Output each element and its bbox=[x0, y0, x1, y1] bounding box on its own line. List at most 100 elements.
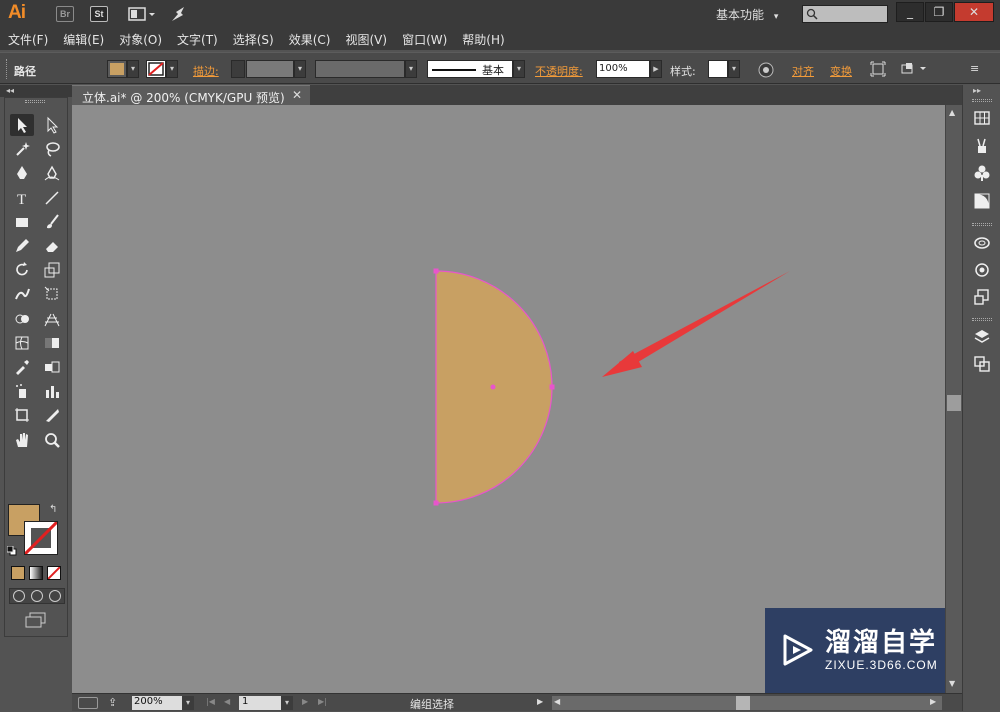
graphic-styles-panel-icon[interactable] bbox=[971, 190, 993, 212]
draw-normal-icon[interactable] bbox=[13, 590, 25, 602]
gradient-tool[interactable] bbox=[40, 332, 64, 354]
warp-tool[interactable] bbox=[10, 283, 34, 305]
isolate-group-icon[interactable] bbox=[870, 61, 886, 80]
stroke-weight-stepper[interactable] bbox=[231, 60, 245, 78]
share-icon[interactable]: ⇪ bbox=[108, 696, 117, 709]
brushes-panel-icon[interactable] bbox=[971, 135, 993, 157]
eyedropper-tool[interactable] bbox=[10, 356, 34, 378]
direct-selection-tool[interactable] bbox=[40, 114, 64, 136]
magic-wand-tool[interactable] bbox=[10, 138, 34, 160]
fill-color-swatch[interactable] bbox=[107, 60, 127, 78]
pathfinder-panel-icon[interactable] bbox=[971, 353, 993, 375]
stroke-color-swatch[interactable] bbox=[146, 60, 166, 78]
artboard-dropdown[interactable]: ▾ bbox=[281, 696, 293, 710]
curvature-tool[interactable] bbox=[40, 162, 64, 184]
zoom-tool[interactable] bbox=[40, 429, 64, 451]
fill-dropdown[interactable]: ▾ bbox=[127, 60, 139, 78]
variable-width-profile[interactable] bbox=[315, 60, 405, 78]
zoom-dropdown[interactable]: ▾ bbox=[182, 696, 194, 710]
last-artboard-icon[interactable]: ▶| bbox=[318, 697, 327, 706]
draw-behind-icon[interactable] bbox=[31, 590, 43, 602]
scroll-down-icon[interactable]: ▼ bbox=[949, 679, 955, 688]
minimize-button[interactable]: _ bbox=[896, 2, 924, 22]
vertical-scroll-thumb[interactable] bbox=[947, 395, 961, 411]
appearance-panel-icon[interactable] bbox=[971, 259, 993, 281]
prev-artboard-icon[interactable]: ◀ bbox=[224, 697, 230, 706]
creative-cloud-libraries-icon[interactable] bbox=[971, 231, 993, 253]
column-graph-tool[interactable] bbox=[40, 380, 64, 402]
menu-help[interactable]: 帮助(H) bbox=[462, 28, 512, 50]
horizontal-scrollbar[interactable]: ◀ ▶ bbox=[552, 696, 942, 710]
opacity-label[interactable]: 不透明度: bbox=[535, 63, 583, 79]
grip-handle[interactable] bbox=[6, 59, 10, 79]
status-menu-icon[interactable]: ▶ bbox=[537, 697, 543, 706]
scroll-right-icon[interactable]: ▶ bbox=[930, 697, 936, 706]
pencil-tool[interactable] bbox=[10, 235, 34, 257]
bridge-button[interactable]: Br bbox=[56, 6, 74, 22]
lasso-tool[interactable] bbox=[40, 138, 64, 160]
menu-type[interactable]: 文字(T) bbox=[177, 28, 226, 50]
menu-window[interactable]: 窗口(W) bbox=[402, 28, 455, 50]
cc-sync-icon[interactable] bbox=[78, 697, 98, 709]
gradient-mode-button[interactable] bbox=[29, 566, 43, 580]
shape-builder-tool[interactable] bbox=[10, 308, 34, 330]
close-tab-icon[interactable]: ✕ bbox=[292, 88, 302, 102]
restore-button[interactable]: ❐ bbox=[925, 2, 953, 22]
scroll-up-icon[interactable]: ▲ bbox=[949, 108, 955, 117]
stroke-weight-label[interactable]: 描边: bbox=[193, 63, 219, 79]
menu-edit[interactable]: 编辑(E) bbox=[63, 28, 112, 50]
panel-grip[interactable] bbox=[972, 223, 992, 226]
swatches-panel-icon[interactable] bbox=[971, 107, 993, 129]
rotate-tool[interactable] bbox=[10, 259, 34, 281]
menu-select[interactable]: 选择(S) bbox=[233, 28, 282, 50]
color-mode-button[interactable] bbox=[11, 566, 25, 580]
opacity-slider-button[interactable]: ▶ bbox=[650, 60, 662, 78]
document-tab[interactable]: 立体.ai* @ 200% (CMYK/GPU 预览) ✕ bbox=[72, 85, 310, 105]
screen-mode-icon[interactable] bbox=[25, 612, 47, 631]
perspective-grid-tool[interactable] bbox=[40, 308, 64, 330]
zoom-input[interactable]: 200% bbox=[132, 696, 182, 710]
panel-menu-icon[interactable]: ≡ bbox=[970, 62, 979, 75]
paintbrush-tool[interactable] bbox=[40, 211, 64, 233]
free-transform-tool[interactable] bbox=[40, 283, 64, 305]
menu-view[interactable]: 视图(V) bbox=[345, 28, 395, 50]
collapse-panels-icon[interactable]: ▸▸ bbox=[973, 86, 981, 95]
stroke-dropdown[interactable]: ▾ bbox=[166, 60, 178, 78]
stroke-swatch[interactable] bbox=[23, 520, 59, 556]
brush-dropdown[interactable]: ▾ bbox=[513, 60, 525, 78]
graphic-style-swatch[interactable] bbox=[708, 60, 728, 78]
selection-tool[interactable] bbox=[10, 114, 34, 136]
pen-tool[interactable] bbox=[10, 162, 34, 184]
align-link[interactable]: 对齐 bbox=[792, 63, 814, 79]
toolbar-grip[interactable] bbox=[25, 100, 45, 103]
gpu-performance-icon[interactable] bbox=[170, 5, 190, 23]
blend-tool[interactable] bbox=[40, 356, 64, 378]
swap-fill-stroke-icon[interactable]: ↰ bbox=[49, 504, 57, 515]
slice-tool[interactable] bbox=[40, 404, 64, 426]
arrange-icon[interactable] bbox=[900, 61, 928, 80]
arrange-documents-icon[interactable] bbox=[128, 5, 156, 23]
search-input[interactable] bbox=[802, 5, 888, 23]
panel-grip[interactable] bbox=[972, 318, 992, 321]
opacity-input[interactable]: 100% bbox=[596, 60, 650, 78]
artboards-panel-icon[interactable] bbox=[971, 286, 993, 308]
eraser-tool[interactable] bbox=[40, 235, 64, 257]
stock-button[interactable]: St bbox=[90, 6, 108, 22]
horizontal-scroll-thumb[interactable] bbox=[736, 696, 750, 710]
type-tool[interactable]: T bbox=[10, 187, 34, 209]
profile-dropdown[interactable]: ▾ bbox=[405, 60, 417, 78]
mesh-tool[interactable] bbox=[10, 332, 34, 354]
artboard-number-input[interactable]: 1 bbox=[239, 696, 281, 710]
toolbar-header[interactable]: ◂◂ bbox=[0, 85, 72, 97]
panel-grip[interactable] bbox=[972, 99, 992, 102]
menu-object[interactable]: 对象(O) bbox=[119, 28, 170, 50]
layers-panel-icon[interactable] bbox=[971, 326, 993, 348]
first-artboard-icon[interactable]: |◀ bbox=[206, 697, 215, 706]
workspace-switcher[interactable]: 基本功能 ▾ bbox=[716, 6, 778, 23]
stroke-weight-input[interactable] bbox=[246, 60, 294, 78]
line-segment-tool[interactable] bbox=[40, 187, 64, 209]
rectangle-tool[interactable] bbox=[10, 211, 34, 233]
artboard-tool[interactable] bbox=[10, 404, 34, 426]
none-mode-button[interactable] bbox=[47, 566, 61, 580]
vertical-scrollbar[interactable]: ▲ ▼ bbox=[945, 105, 962, 693]
